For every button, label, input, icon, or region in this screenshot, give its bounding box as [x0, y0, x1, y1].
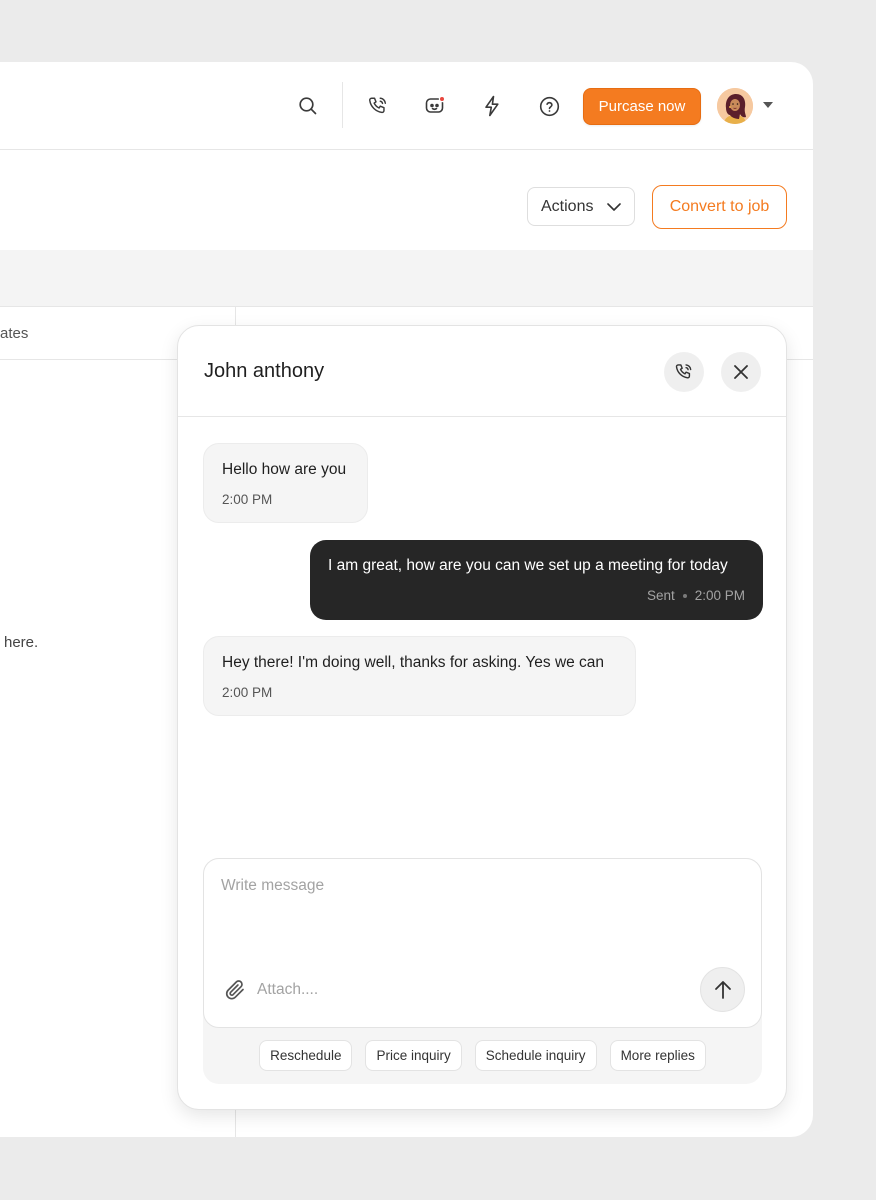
chevron-down-icon: [607, 198, 622, 216]
message-text: Hey there! I'm doing well, thanks for as…: [222, 654, 605, 671]
message-input[interactable]: [221, 877, 741, 937]
search-icon[interactable]: [292, 90, 324, 122]
quick-replies: Reschedule Price inquiry Schedule inquir…: [203, 1040, 762, 1071]
chat-panel: John anthony Hello how are you 2:00 PM I…: [177, 325, 787, 1110]
message-incoming: Hey there! I'm doing well, thanks for as…: [203, 636, 636, 716]
message-text: Hello how are you: [222, 461, 347, 478]
separator-dot: [682, 593, 687, 598]
quick-reply-price-inquiry[interactable]: Price inquiry: [365, 1040, 462, 1071]
message-outgoing: I am great, how are you can we set up a …: [310, 540, 763, 620]
chevron-down-icon[interactable]: [761, 98, 775, 112]
top-navigation-bar: Purcase now: [0, 62, 813, 150]
quick-reply-reschedule[interactable]: Reschedule: [259, 1040, 353, 1071]
send-button[interactable]: [700, 967, 745, 1012]
message-time: 2:00 PM: [694, 588, 745, 603]
message-time: 2:00 PM: [222, 685, 273, 700]
actions-dropdown[interactable]: Actions: [527, 187, 635, 226]
close-icon: [734, 365, 748, 379]
arrow-up-icon: [714, 980, 732, 1000]
user-avatar[interactable]: [717, 88, 753, 124]
chat-bot-icon[interactable]: [419, 90, 451, 122]
help-icon[interactable]: [533, 90, 565, 122]
message-incoming: Hello how are you 2:00 PM: [203, 443, 368, 523]
quick-reply-schedule-inquiry[interactable]: Schedule inquiry: [474, 1040, 597, 1071]
message-time: 2:00 PM: [222, 492, 273, 507]
call-contact-button[interactable]: [664, 352, 704, 392]
tab-partial-label[interactable]: ates: [0, 325, 28, 342]
attach-label[interactable]: Attach....: [257, 981, 318, 999]
quick-reply-more[interactable]: More replies: [609, 1040, 706, 1071]
composer-area: Attach.... Reschedule Price inquiry Sche…: [203, 858, 762, 1084]
message-meta: Sent 2:00 PM: [328, 588, 745, 603]
paperclip-icon[interactable]: [222, 977, 248, 1003]
background-text: here.: [4, 634, 39, 651]
section-band: [0, 250, 813, 307]
actions-label: Actions: [541, 197, 594, 215]
chat-header: John anthony: [178, 326, 786, 417]
message-text: I am great, how are you can we set up a …: [328, 557, 728, 574]
purchase-now-button[interactable]: Purcase now: [583, 88, 701, 125]
message-composer: Attach....: [203, 858, 762, 1028]
convert-to-job-button[interactable]: Convert to job: [652, 185, 787, 229]
phone-call-icon: [674, 362, 694, 382]
topbar-divider: [342, 82, 343, 128]
phone-call-icon[interactable]: [362, 90, 394, 122]
contact-name: John anthony: [204, 360, 325, 382]
lightning-icon[interactable]: [476, 90, 508, 122]
close-chat-button[interactable]: [721, 352, 761, 392]
message-status: Sent: [646, 588, 675, 603]
